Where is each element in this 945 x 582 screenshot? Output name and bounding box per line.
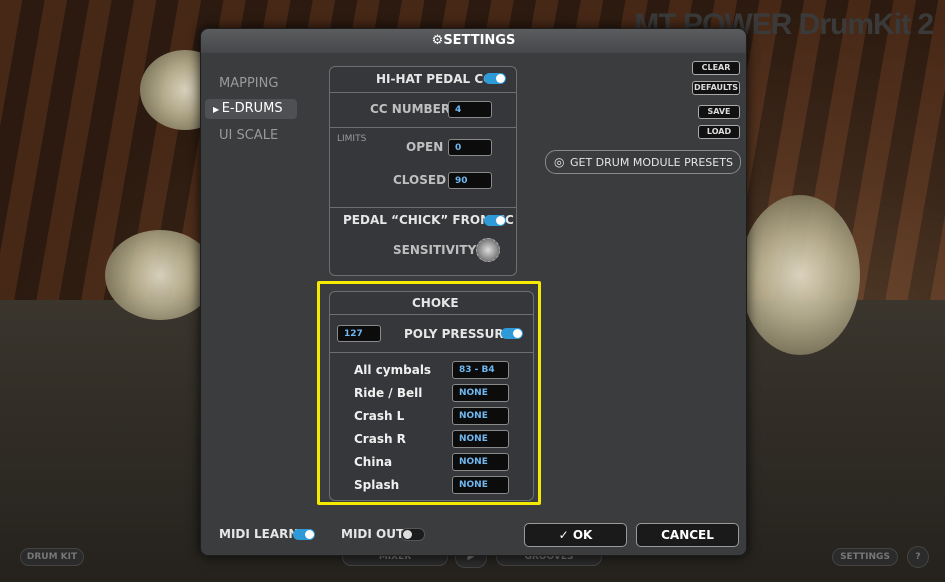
load-button[interactable]: LOAD xyxy=(698,125,740,139)
open-field[interactable]: 0 xyxy=(448,139,492,156)
triangle-right-icon: ▶ xyxy=(213,105,222,114)
hihat-panel: HI-HAT PEDAL CC CC NUMBER 4 LIMITS OPEN … xyxy=(329,66,517,276)
save-button[interactable]: SAVE xyxy=(698,105,740,119)
dialog-title: SETTINGS xyxy=(443,33,516,48)
nav-e-drums-label: E-DRUMS xyxy=(221,101,283,116)
clear-button[interactable]: CLEAR xyxy=(692,61,740,75)
cymbal-left xyxy=(105,230,215,320)
get-presets-label: GET DRUM MODULE PRESETS xyxy=(569,156,733,169)
cancel-button[interactable]: CANCEL xyxy=(636,523,739,547)
midi-out-toggle[interactable] xyxy=(401,528,425,541)
midi-learn-label: MIDI LEARN xyxy=(219,527,299,541)
closed-field[interactable]: 90 xyxy=(448,172,492,189)
closed-label: CLOSED xyxy=(393,173,447,187)
hihat-pedal-cc-toggle[interactable] xyxy=(484,73,506,84)
hihat-pedal-cc-label: HI-HAT PEDAL CC xyxy=(376,72,492,86)
gear-icon: ⚙ xyxy=(431,33,444,48)
choke-highlight-frame xyxy=(317,281,541,505)
get-presets-button[interactable]: ◎ GET DRUM MODULE PRESETS xyxy=(545,150,741,174)
help-button[interactable]: ? xyxy=(907,546,929,568)
sensitivity-knob[interactable] xyxy=(476,238,500,262)
settings-button[interactable]: SETTINGS xyxy=(832,548,898,566)
limits-label: LIMITS xyxy=(337,134,367,144)
open-label: OPEN xyxy=(406,140,444,154)
pedal-chick-toggle[interactable] xyxy=(484,215,506,226)
nav-ui-scale[interactable]: UI SCALE xyxy=(219,128,278,143)
globe-icon: ◎ xyxy=(554,155,565,169)
dialog-title-bar: ⚙SETTINGS xyxy=(201,29,746,53)
sensitivity-label: SENSITIVITY xyxy=(393,243,477,257)
cc-number-field[interactable]: 4 xyxy=(448,101,492,118)
midi-learn-toggle[interactable] xyxy=(293,529,315,540)
nav-e-drums[interactable]: ▶ E-DRUMS xyxy=(205,99,297,119)
cc-number-label: CC NUMBER xyxy=(370,102,451,116)
midi-out-label: MIDI OUT xyxy=(341,527,405,541)
drum-kit-button[interactable]: DRUM KIT xyxy=(20,548,84,566)
defaults-button[interactable]: DEFAULTS xyxy=(692,81,740,95)
cymbal-right xyxy=(740,195,860,355)
ok-button[interactable]: ✓ OK xyxy=(524,523,627,547)
nav-mapping[interactable]: MAPPING xyxy=(219,76,278,91)
